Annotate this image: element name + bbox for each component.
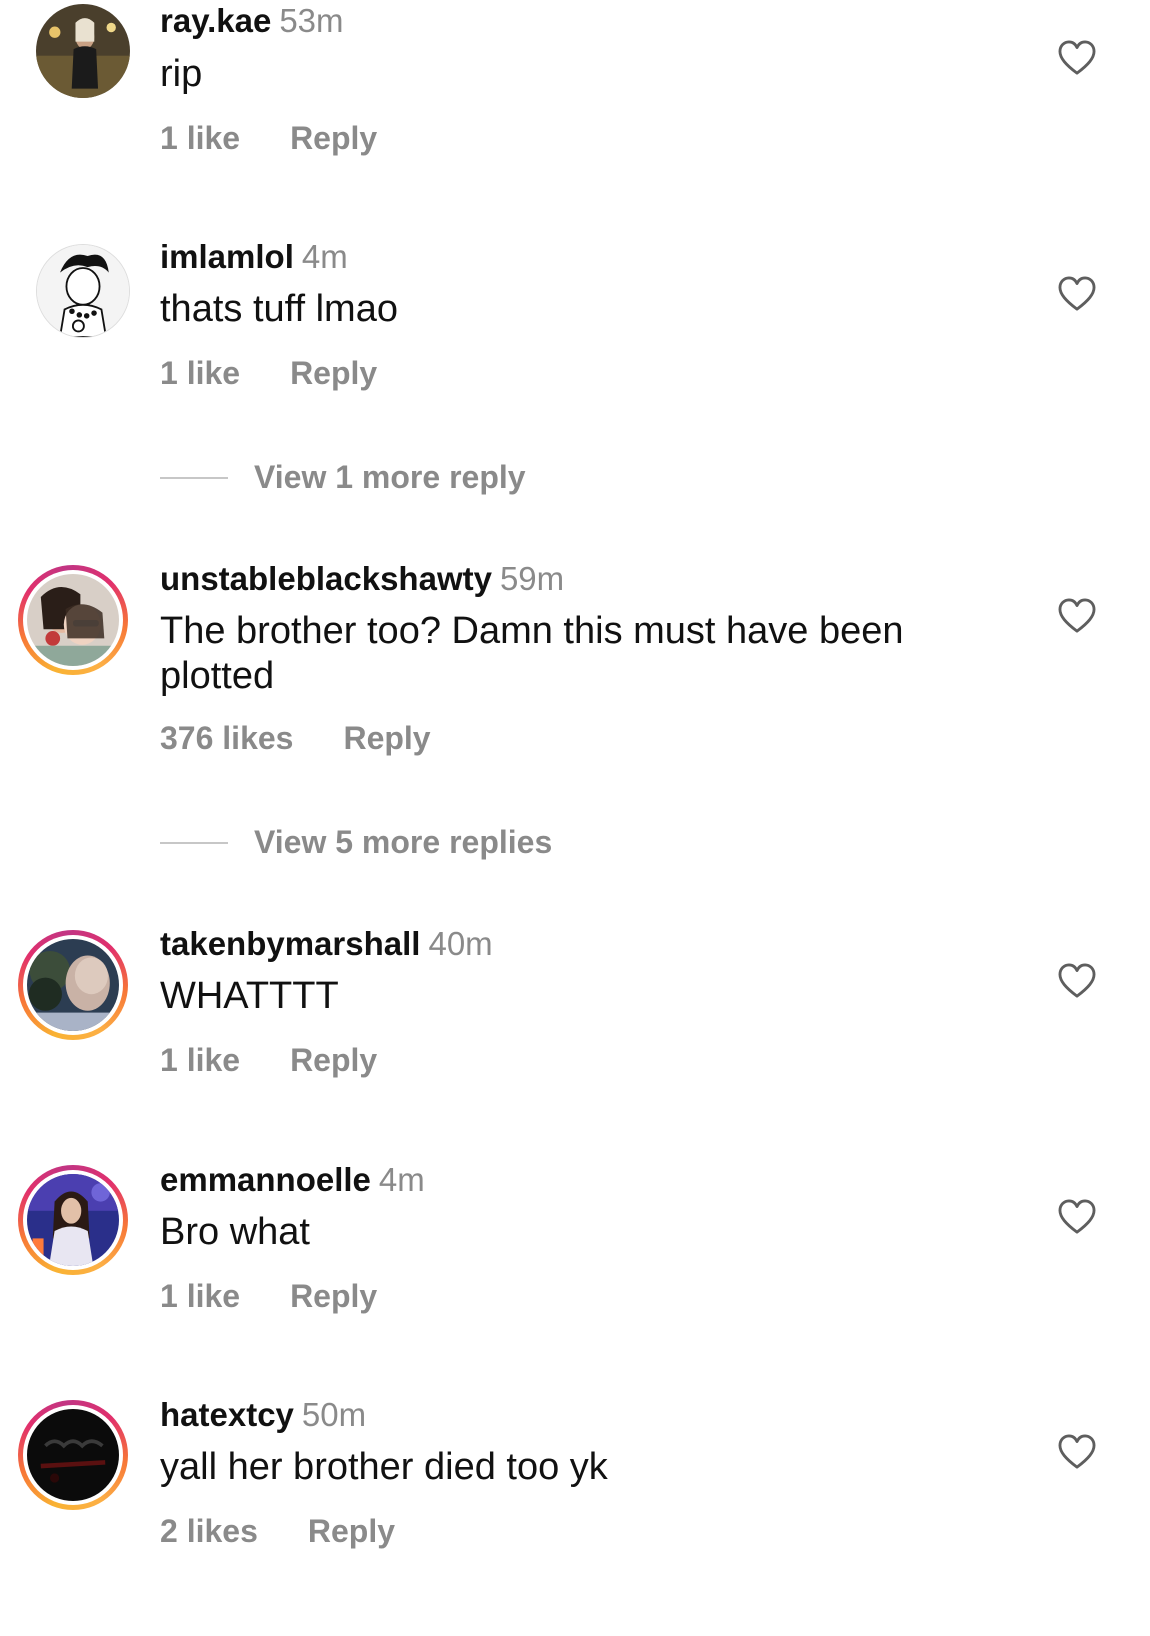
heart-outline-icon[interactable] <box>1058 963 1096 999</box>
heart-outline-icon[interactable] <box>1058 1199 1096 1235</box>
username[interactable]: ray.kae <box>160 2 271 39</box>
likes-count[interactable]: 1 like <box>160 355 240 391</box>
likes-count[interactable]: 2 likes <box>160 1513 258 1549</box>
username[interactable]: emmannoelle <box>160 1161 371 1198</box>
avatar[interactable] <box>18 1165 128 1275</box>
comment-text: rip <box>160 53 203 95</box>
comment-text: The brother too? Damn this must have bee… <box>160 610 904 697</box>
avatar[interactable] <box>36 244 130 338</box>
heart-outline-icon[interactable] <box>1058 40 1096 76</box>
comment-text: WHATTTT <box>160 975 339 1017</box>
comment-text: yall her brother died too yk <box>160 1446 608 1488</box>
reply-button[interactable]: Reply <box>290 1042 377 1078</box>
reply-button[interactable]: Reply <box>290 355 377 391</box>
likes-count[interactable]: 1 like <box>160 120 240 156</box>
divider <box>160 477 228 479</box>
timestamp: 59m <box>499 560 565 597</box>
reply-button[interactable]: Reply <box>343 720 430 756</box>
divider <box>160 842 228 844</box>
reply-button[interactable]: Reply <box>290 1278 377 1314</box>
username[interactable]: takenbymarshall <box>160 925 420 962</box>
avatar[interactable] <box>36 4 130 98</box>
likes-count[interactable]: 1 like <box>160 1042 240 1078</box>
comment-text: thats tuff lmao <box>160 288 398 330</box>
comment-text: Bro what <box>160 1211 310 1253</box>
likes-count[interactable]: 376 likes <box>160 720 293 756</box>
timestamp: 4m <box>378 1161 425 1198</box>
timestamp: 4m <box>301 238 348 275</box>
timestamp: 53m <box>279 2 344 39</box>
username[interactable]: unstableblackshawty <box>160 560 492 597</box>
avatar[interactable] <box>18 930 128 1040</box>
timestamp: 40m <box>428 925 493 962</box>
timestamp: 50m <box>301 1396 367 1433</box>
avatar[interactable] <box>18 565 128 675</box>
view-more-replies-label: View 1 more reply <box>254 459 526 495</box>
reply-button[interactable]: Reply <box>290 120 377 156</box>
username[interactable]: imlamlol <box>160 238 294 275</box>
view-more-replies-label: View 5 more replies <box>254 824 553 860</box>
heart-outline-icon[interactable] <box>1058 1434 1096 1470</box>
reply-button[interactable]: Reply <box>308 1513 395 1549</box>
avatar[interactable] <box>18 1400 128 1510</box>
heart-outline-icon[interactable] <box>1058 598 1096 634</box>
heart-outline-icon[interactable] <box>1058 276 1096 312</box>
username[interactable]: hatextcy <box>160 1396 294 1433</box>
likes-count[interactable]: 1 like <box>160 1278 240 1314</box>
